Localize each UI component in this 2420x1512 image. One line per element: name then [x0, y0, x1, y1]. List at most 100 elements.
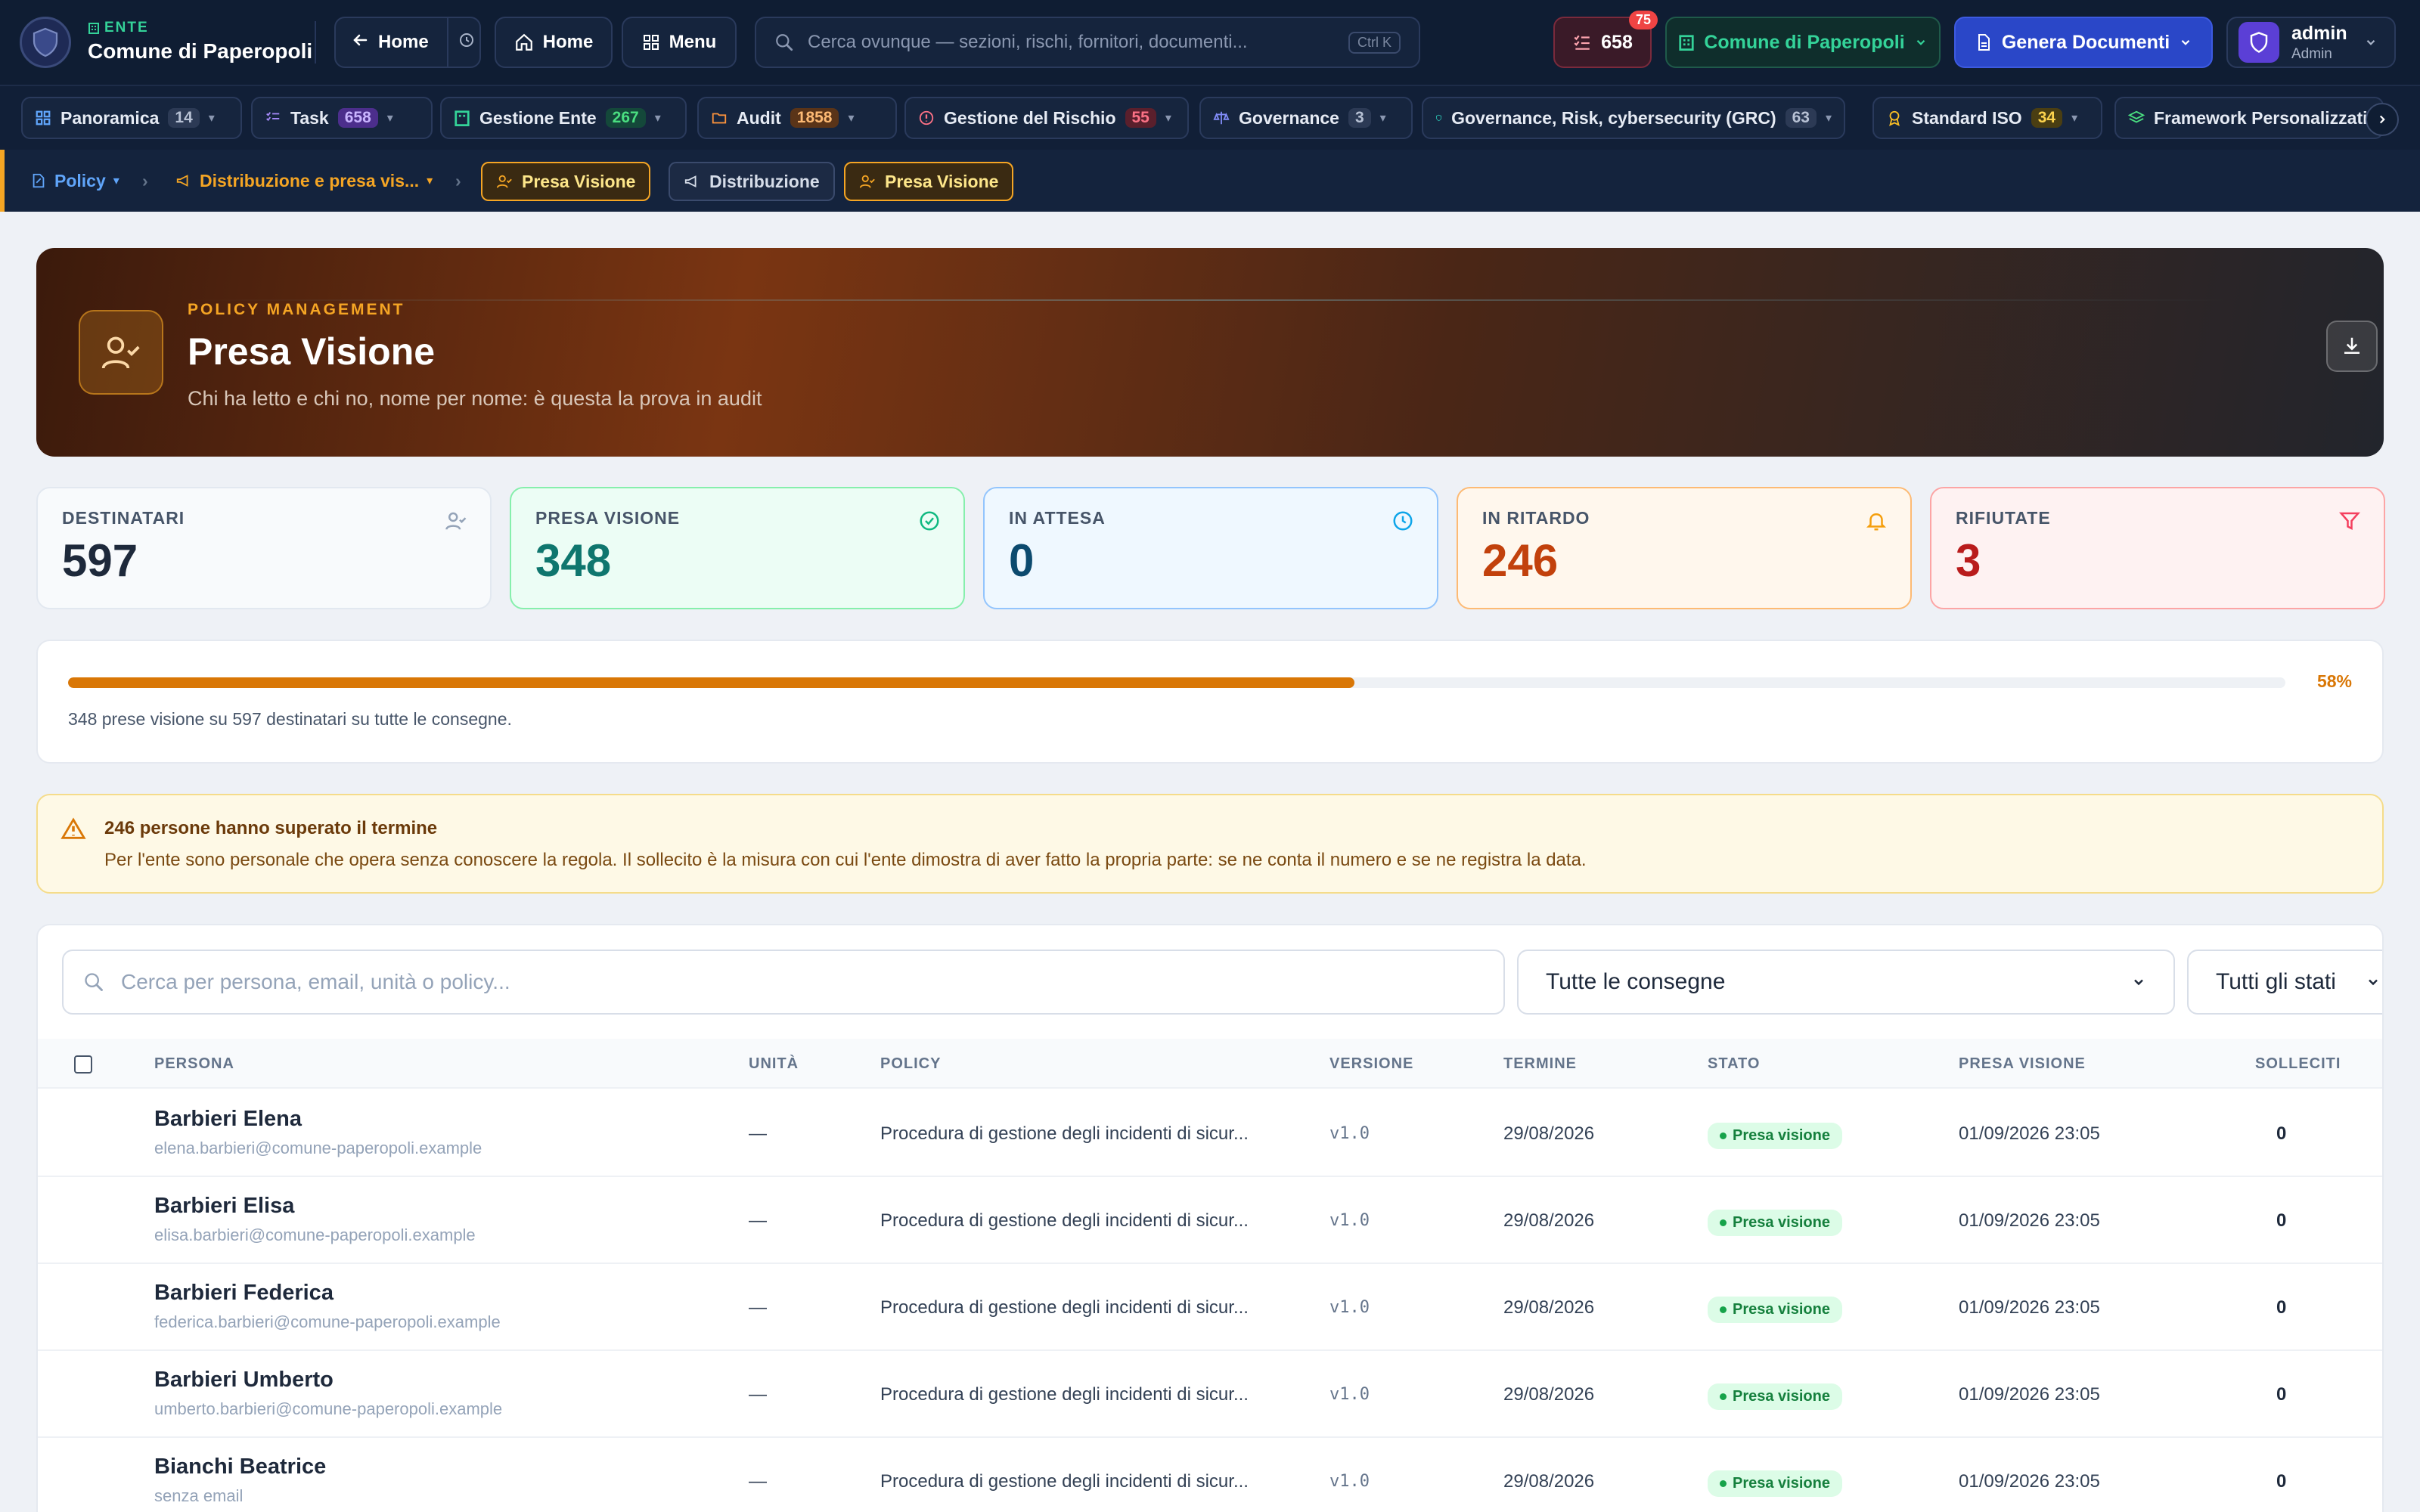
seen-at-cell: 01/09/2026 23:05: [1959, 1210, 2100, 1231]
edit-document-icon: [33, 173, 45, 188]
page-hero: POLICY MANAGEMENT Presa Visione Chi ha l…: [36, 248, 2384, 457]
column-unita[interactable]: UNITÀ: [749, 1039, 799, 1089]
history-icon[interactable]: [458, 31, 476, 54]
breadcrumb-distribuzione[interactable]: Distribuzione e presa vis... ▾: [175, 150, 433, 212]
ente-name: Comune di Paperopoli: [88, 39, 313, 63]
status-dot: [1720, 1306, 1727, 1313]
breadcrumb-current[interactable]: Presa Visione: [481, 162, 651, 201]
seen-at-cell: 01/09/2026 23:05: [1959, 1123, 2100, 1144]
module-audit[interactable]: Audit 1858 ▾: [697, 97, 897, 139]
policy-cell[interactable]: Procedura di gestione degli incidenti di…: [880, 1177, 1249, 1264]
deadline-cell: 29/08/2026: [1503, 1383, 1595, 1405]
column-presa-visione[interactable]: PRESA VISIONE: [1959, 1039, 2086, 1089]
checklist-icon: [266, 112, 280, 122]
shield-check-icon: [2250, 32, 2268, 53]
building-icon: [1679, 35, 1694, 51]
progress-caption: 348 prese visione su 597 destinatari su …: [68, 709, 512, 729]
policy-cell[interactable]: Procedura di gestione degli incidenti di…: [880, 1438, 1249, 1512]
tab-distribuzione[interactable]: Distribuzione: [669, 162, 835, 201]
module-nav: Panoramica 14 ▾ Task 658 ▾ Gestione Ente…: [0, 85, 2420, 150]
chevron-right-icon: [2379, 115, 2385, 124]
person-name[interactable]: Bianchi Beatrice: [154, 1455, 326, 1479]
chevron-down-icon: ▾: [427, 175, 433, 187]
grid-icon: [36, 110, 51, 125]
building-icon: [455, 110, 470, 126]
seen-at-cell: 01/09/2026 23:05: [1959, 1470, 2100, 1492]
column-solleciti[interactable]: SOLLECITI: [2255, 1039, 2341, 1089]
user-menu-button[interactable]: admin Admin: [2226, 17, 2396, 68]
module-task[interactable]: Task 658 ▾: [251, 97, 433, 139]
table-row[interactable]: Barbieri Elisa elisa.barbieri@comune-pape…: [38, 1177, 2382, 1264]
notification-badge: 75: [1628, 11, 1658, 29]
tasks-button[interactable]: 658 75: [1553, 11, 1658, 68]
status-badge: Presa visione: [1708, 1297, 1842, 1323]
person-name[interactable]: Barbieri Federica: [154, 1281, 334, 1306]
version-cell: v1.0: [1329, 1124, 1370, 1143]
back-home-group: Home: [334, 17, 481, 68]
column-stato[interactable]: STATO: [1708, 1039, 1760, 1089]
table-row[interactable]: Barbieri Federica federica.barbieri@comun…: [38, 1264, 2382, 1351]
building-icon: [88, 23, 99, 34]
ente-tag: ENTE: [88, 20, 312, 36]
progress-fill: [68, 677, 1354, 688]
chevron-down-icon: [2181, 39, 2190, 45]
back-home-button[interactable]: Home: [378, 32, 429, 53]
reminders-cell: 0: [2276, 1123, 2287, 1144]
policy-cell[interactable]: Procedura di gestione degli incidenti di…: [880, 1090, 1249, 1177]
module-panoramica[interactable]: Panoramica 14 ▾: [21, 97, 242, 139]
status-cell: Presa visione: [1708, 1264, 1842, 1351]
column-persona[interactable]: PERSONA: [154, 1039, 234, 1089]
download-icon: [2344, 337, 2360, 354]
tab-presa-visione[interactable]: Presa Visione: [844, 162, 1014, 201]
policy-cell[interactable]: Procedura di gestione degli incidenti di…: [880, 1351, 1249, 1438]
select-all-checkbox[interactable]: [74, 1055, 92, 1074]
ente-logo[interactable]: [20, 17, 71, 68]
version-cell: v1.0: [1329, 1298, 1370, 1317]
person-name[interactable]: Barbieri Elena: [154, 1107, 302, 1132]
module-framework-personalizzati[interactable]: Framework Personalizzati: [2114, 97, 2384, 139]
table-row[interactable]: Barbieri Umberto umberto.barbieri@comune-…: [38, 1351, 2382, 1438]
person-name[interactable]: Barbieri Elisa: [154, 1194, 294, 1219]
chevron-down-icon: ▾: [654, 112, 661, 125]
organization-select[interactable]: Comune di Paperopoli: [1665, 17, 1941, 68]
chevron-down-icon: ▾: [848, 112, 855, 125]
global-search-input[interactable]: Cerca ovunque — sezioni, rischi, fornito…: [755, 17, 1420, 68]
hero-icon-box: [79, 310, 163, 395]
delivery-select[interactable]: Tutte le consegne: [1517, 950, 2175, 1015]
breadcrumb-policy[interactable]: Policy ▾: [30, 150, 119, 212]
version-cell: v1.0: [1329, 1472, 1370, 1491]
column-policy[interactable]: POLICY: [880, 1039, 941, 1089]
unit-cell: —: [749, 1123, 767, 1144]
megaphone-icon: [176, 175, 188, 187]
document-icon: [1978, 34, 1990, 51]
person-name[interactable]: Barbieri Umberto: [154, 1368, 334, 1393]
column-versione[interactable]: VERSIONE: [1329, 1039, 1413, 1089]
status-select[interactable]: Tutti gli stati: [2187, 950, 2382, 1015]
module-gestione-ente[interactable]: Gestione Ente 267 ▾: [440, 97, 687, 139]
download-button[interactable]: [2326, 321, 2378, 372]
warning-text: Per l'ente sono personale che opera senz…: [104, 850, 1587, 870]
deadline-cell: 29/08/2026: [1503, 1210, 1595, 1231]
module-standard-iso[interactable]: Standard ISO 34 ▾: [1872, 97, 2102, 139]
menu-button[interactable]: Menu: [622, 17, 737, 68]
module-governance[interactable]: Governance 3 ▾: [1199, 97, 1413, 139]
table-row[interactable]: Barbieri Elena elena.barbieri@comune-pape…: [38, 1090, 2382, 1177]
policy-cell[interactable]: Procedura di gestione degli incidenti di…: [880, 1264, 1249, 1351]
generate-documents-button[interactable]: Genera Documenti: [1954, 17, 2213, 68]
module-gestione-rischio[interactable]: Gestione del Rischio 55 ▾: [904, 97, 1189, 139]
module-nav-scroll-right[interactable]: [2366, 103, 2399, 136]
module-grc[interactable]: Governance, Risk, cybersecurity (GRC) 63…: [1422, 97, 1845, 139]
column-termine[interactable]: TERMINE: [1503, 1039, 1577, 1089]
table-row[interactable]: Bianchi Beatrice senza email — Procedura di…: [38, 1438, 2382, 1512]
chevron-down-icon: ▾: [208, 112, 215, 125]
filter-icon: [2338, 512, 2361, 531]
shield-icon: [33, 27, 58, 57]
user-name: admin: [2291, 22, 2347, 44]
table-search-input[interactable]: Cerca per persona, email, unità o policy…: [62, 950, 1505, 1015]
breadcrumb: Policy ▾ › Distribuzione e presa vis... …: [0, 150, 2420, 212]
status-badge: Presa visione: [1708, 1123, 1842, 1149]
reminders-cell: 0: [2276, 1297, 2287, 1318]
status-dot: [1720, 1132, 1727, 1139]
home-button[interactable]: Home: [495, 17, 613, 68]
person-email: senza email: [154, 1486, 244, 1505]
